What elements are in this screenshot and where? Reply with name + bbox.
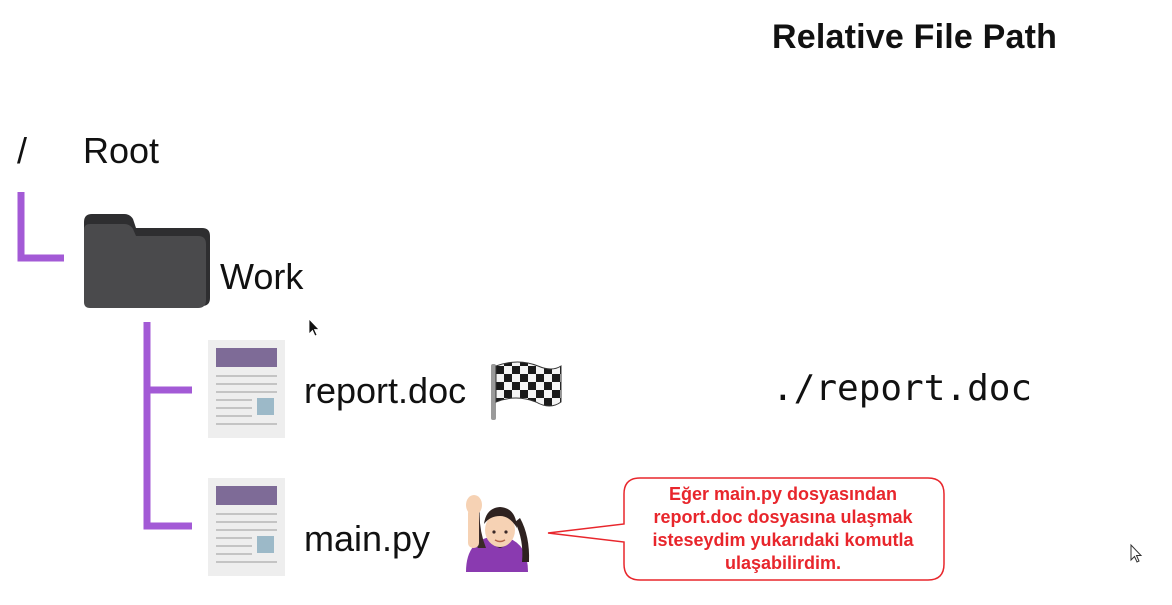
work-connector [143, 322, 192, 530]
callout-text: Eğer main.py dosyasından report.doc dosy… [652, 484, 914, 573]
cursor-icon [1130, 543, 1143, 563]
diagram-canvas [17, 192, 1143, 581]
folder-icon [84, 214, 210, 308]
document-icon [208, 478, 285, 576]
file-label-report: report.doc [304, 370, 467, 411]
file-label-main: main.py [304, 518, 431, 559]
root-connector [17, 192, 64, 262]
person-raising-hand-icon [466, 495, 530, 572]
relative-path-example: ./report.doc [772, 368, 1033, 409]
document-icon [208, 340, 285, 438]
cursor-icon [308, 318, 320, 337]
folder-label-work: Work [220, 256, 304, 297]
checkered-flag-icon [491, 361, 562, 420]
